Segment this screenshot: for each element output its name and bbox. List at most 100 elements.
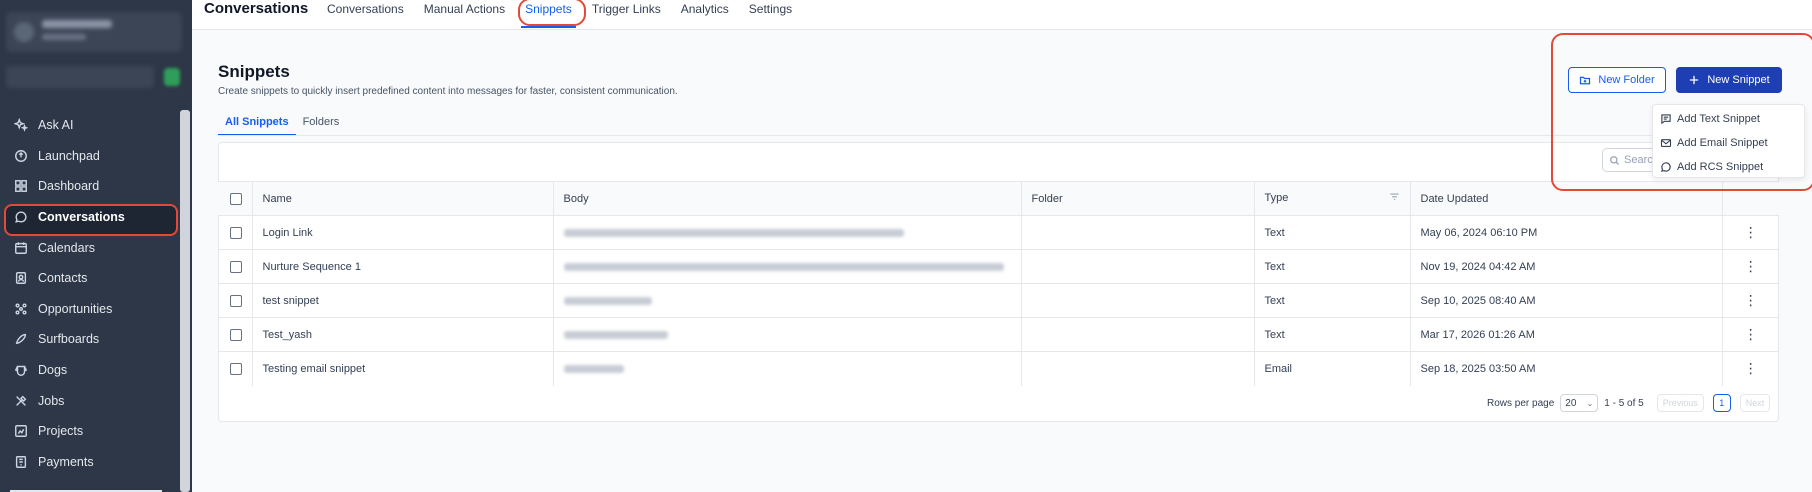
sidebar-item-label: Opportunities (38, 301, 113, 316)
menu-item-add-rcs-snippet[interactable]: Add RCS Snippet (1653, 155, 1804, 179)
chevron-down-icon: ⌄ (1586, 398, 1594, 408)
table-row[interactable]: Nurture Sequence 1 Text Nov 19, 2024 04:… (218, 249, 1779, 284)
sidebar-item-projects[interactable]: Projects (0, 416, 182, 447)
menu-item-label: Add RCS Snippet (1677, 161, 1764, 173)
cell-type: Text (1253, 317, 1410, 352)
row-checkbox[interactable] (230, 260, 242, 273)
payments-icon (14, 455, 28, 469)
filter-icon[interactable] (1389, 192, 1400, 206)
cell-name[interactable]: Nurture Sequence 1 (251, 249, 553, 284)
chat-bubble-icon (1661, 162, 1671, 172)
menu-item-add-email-snippet[interactable]: Add Email Snippet (1653, 131, 1804, 155)
column-header-folder[interactable]: Folder (1020, 181, 1254, 216)
new-snippet-label: New Snippet (1707, 74, 1770, 86)
sidebar-item-surfboards[interactable]: Surfboards (0, 324, 182, 355)
cell-name[interactable]: test snippet (251, 283, 553, 318)
more-vertical-icon[interactable]: ⋮ (1744, 326, 1758, 342)
sidebar-item-label: Conversations (38, 210, 125, 225)
sidebar-item-label: Surfboards (38, 332, 100, 347)
redacted-body (563, 296, 652, 305)
cell-date-updated: Nov 19, 2024 04:42 AM (1409, 249, 1722, 284)
sidebar-search[interactable] (6, 66, 154, 88)
sidebar-scrollbar[interactable] (180, 110, 190, 492)
cell-name[interactable]: Testing email snippet (251, 351, 553, 386)
plus-icon (1690, 75, 1699, 85)
sidebar-item-contacts[interactable]: Contacts (0, 263, 182, 294)
tab-all-snippets[interactable]: All Snippets (218, 116, 296, 136)
cell-name[interactable]: Login Link (251, 215, 553, 250)
rocket-icon (14, 149, 28, 163)
table-row[interactable]: Testing email snippet Email Sep 18, 2025… (218, 351, 1779, 386)
page-number-button[interactable]: 1 (1712, 394, 1731, 412)
sparkle-icon (14, 118, 28, 133)
pagination: Rows per page 20 ⌄ 1 - 5 of 5 Previous 1… (1487, 394, 1771, 412)
surfboard-icon (14, 332, 28, 346)
tab-conversations[interactable]: Conversations (327, 2, 404, 16)
row-checkbox[interactable] (230, 294, 242, 307)
tab-settings[interactable]: Settings (749, 2, 792, 16)
more-vertical-icon[interactable]: ⋮ (1744, 292, 1758, 308)
row-checkbox[interactable] (230, 362, 242, 375)
table-row[interactable]: Login Link Text May 06, 2024 06:10 PM ⋮ (218, 215, 1779, 250)
table-row[interactable]: test snippet Text Sep 10, 2025 08:40 AM … (218, 283, 1779, 318)
row-actions-cell: ⋮ (1721, 249, 1779, 284)
cell-date-updated: May 06, 2024 06:10 PM (1409, 215, 1722, 250)
cell-date-updated: Sep 10, 2025 08:40 AM (1409, 283, 1722, 318)
tab-snippets[interactable]: Snippets (518, 0, 586, 28)
redacted-body (563, 262, 1004, 271)
more-vertical-icon[interactable]: ⋮ (1744, 224, 1758, 240)
next-page-button[interactable]: Next (1739, 394, 1771, 412)
previous-page-button[interactable]: Previous (1656, 394, 1704, 412)
top-bar: Conversations Conversations Manual Actio… (192, 0, 1812, 30)
sidebar-item-label: Payments (38, 454, 94, 469)
cell-name[interactable]: Test_yash (251, 317, 553, 352)
tools-icon (14, 394, 28, 408)
sidebar-item-ask-ai[interactable]: Ask AI (0, 110, 182, 141)
message-text-icon (1661, 114, 1671, 125)
redacted-body (563, 228, 904, 237)
sidebar-item-label: Launchpad (38, 148, 100, 163)
account-switcher[interactable] (6, 12, 182, 52)
sidebar-item-launchpad[interactable]: Launchpad (0, 141, 182, 172)
tab-manual-actions[interactable]: Manual Actions (424, 2, 505, 16)
rows-per-page-select[interactable]: 20 ⌄ (1560, 394, 1599, 412)
projects-icon (14, 424, 28, 438)
sidebar-item-opportunities[interactable]: Opportunities (0, 294, 182, 325)
more-vertical-icon[interactable]: ⋮ (1744, 360, 1758, 376)
page-title: Snippets (218, 62, 290, 81)
rows-per-page-label: Rows per page (1487, 397, 1555, 409)
sidebar-item-dashboard[interactable]: Dashboard (0, 171, 182, 202)
select-all-checkbox[interactable] (230, 192, 242, 205)
tab-folders[interactable]: Folders (296, 116, 347, 136)
sidebar-item-payments[interactable]: Payments (0, 447, 182, 478)
tab-trigger-links[interactable]: Trigger Links (592, 2, 661, 16)
row-actions-cell: ⋮ (1721, 215, 1779, 250)
new-folder-button[interactable]: New Folder (1568, 67, 1666, 93)
tab-analytics[interactable]: Analytics (681, 2, 729, 16)
sidebar-item-calendars[interactable]: Calendars (0, 232, 182, 263)
app-title: Conversations (204, 0, 309, 17)
table-row[interactable]: Test_yash Text Mar 17, 2026 01:26 AM ⋮ (218, 317, 1779, 352)
row-checkbox[interactable] (230, 328, 242, 341)
cell-date-updated: Sep 18, 2025 03:50 AM (1409, 351, 1722, 386)
more-vertical-icon[interactable]: ⋮ (1744, 258, 1758, 274)
sidebar-item-jobs[interactable]: Jobs (0, 385, 182, 416)
column-header-body[interactable]: Body (552, 181, 1021, 216)
cell-folder (1020, 317, 1254, 352)
grid-icon (14, 179, 28, 193)
sidebar-item-conversations[interactable]: Conversations (0, 202, 182, 236)
column-header-name[interactable]: Name (251, 181, 553, 216)
sidebar-item-dogs[interactable]: Dogs (0, 355, 182, 386)
new-snippet-menu: Add Text Snippet Add Email Snippet Add R… (1652, 104, 1805, 178)
redacted-body (563, 330, 668, 339)
cell-type: Text (1253, 249, 1410, 284)
row-checkbox[interactable] (230, 226, 242, 239)
cell-body (552, 215, 1021, 250)
quick-action-button[interactable] (164, 68, 180, 86)
column-header-type[interactable]: Type (1253, 181, 1410, 216)
row-select-cell (218, 283, 252, 318)
chat-bubble-icon (14, 210, 28, 224)
cell-folder (1020, 351, 1254, 386)
menu-item-add-text-snippet[interactable]: Add Text Snippet (1653, 107, 1804, 131)
new-snippet-button[interactable]: New Snippet (1676, 67, 1782, 93)
